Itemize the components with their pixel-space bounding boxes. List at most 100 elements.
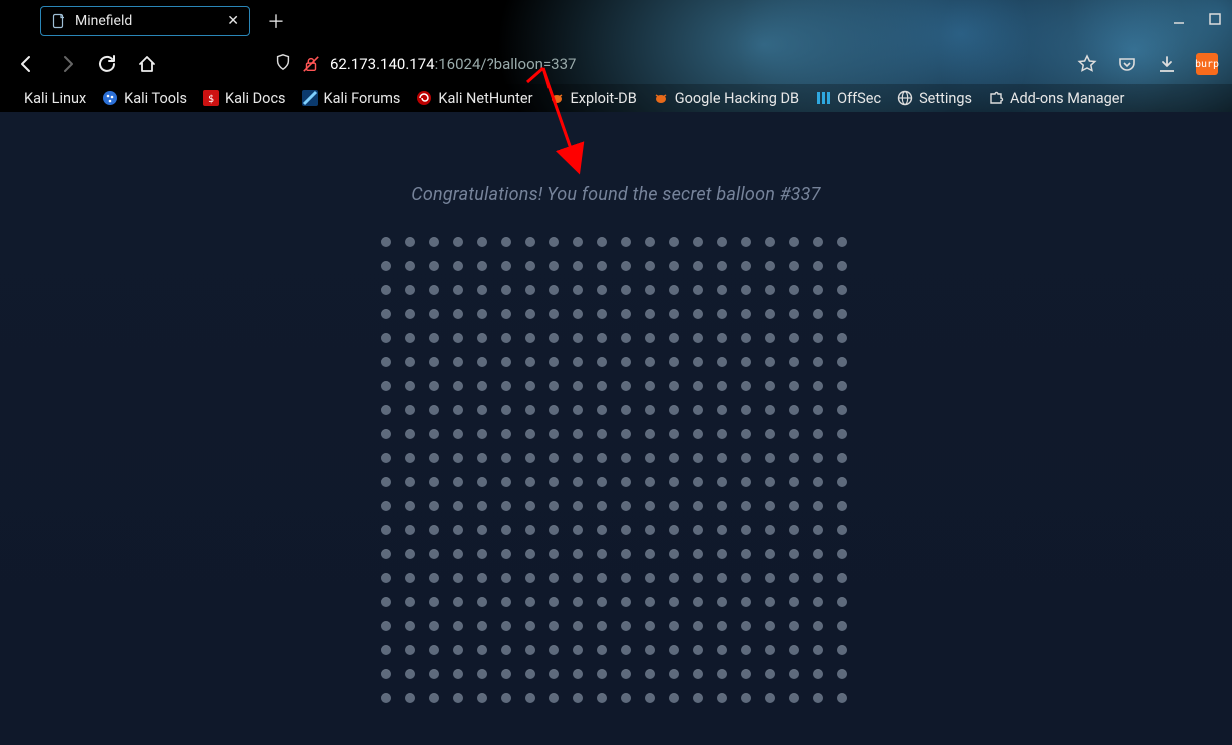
grid-dot[interactable] bbox=[813, 645, 823, 655]
grid-dot[interactable] bbox=[597, 429, 607, 439]
grid-dot[interactable] bbox=[717, 477, 727, 487]
grid-dot[interactable] bbox=[573, 333, 583, 343]
grid-dot[interactable] bbox=[693, 549, 703, 559]
grid-dot[interactable] bbox=[621, 453, 631, 463]
grid-dot[interactable] bbox=[717, 669, 727, 679]
grid-dot[interactable] bbox=[597, 285, 607, 295]
grid-dot[interactable] bbox=[381, 597, 391, 607]
grid-dot[interactable] bbox=[525, 405, 535, 415]
grid-dot[interactable] bbox=[525, 357, 535, 367]
reload-button[interactable] bbox=[94, 51, 120, 77]
grid-dot[interactable] bbox=[789, 501, 799, 511]
grid-dot[interactable] bbox=[453, 669, 463, 679]
grid-dot[interactable] bbox=[525, 261, 535, 271]
grid-dot[interactable] bbox=[693, 573, 703, 583]
grid-dot[interactable] bbox=[573, 645, 583, 655]
grid-dot[interactable] bbox=[693, 381, 703, 391]
bookmark-item[interactable]: Kali Tools bbox=[102, 90, 187, 107]
grid-dot[interactable] bbox=[741, 501, 751, 511]
grid-dot[interactable] bbox=[645, 645, 655, 655]
grid-dot[interactable] bbox=[405, 477, 415, 487]
grid-dot[interactable] bbox=[669, 285, 679, 295]
bookmark-item[interactable]: OffSec bbox=[815, 90, 881, 107]
new-tab-button[interactable]: ＋ bbox=[262, 7, 290, 35]
grid-dot[interactable] bbox=[621, 621, 631, 631]
grid-dot[interactable] bbox=[813, 333, 823, 343]
grid-dot[interactable] bbox=[837, 597, 847, 607]
grid-dot[interactable] bbox=[381, 429, 391, 439]
grid-dot[interactable] bbox=[501, 621, 511, 631]
grid-dot[interactable] bbox=[549, 477, 559, 487]
grid-dot[interactable] bbox=[669, 645, 679, 655]
grid-dot[interactable] bbox=[597, 309, 607, 319]
grid-dot[interactable] bbox=[837, 693, 847, 703]
grid-dot[interactable] bbox=[717, 381, 727, 391]
grid-dot[interactable] bbox=[597, 597, 607, 607]
grid-dot[interactable] bbox=[645, 597, 655, 607]
grid-dot[interactable] bbox=[789, 261, 799, 271]
grid-dot[interactable] bbox=[381, 501, 391, 511]
grid-dot[interactable] bbox=[573, 501, 583, 511]
grid-dot[interactable] bbox=[813, 357, 823, 367]
grid-dot[interactable] bbox=[813, 693, 823, 703]
grid-dot[interactable] bbox=[525, 237, 535, 247]
grid-dot[interactable] bbox=[573, 573, 583, 583]
grid-dot[interactable] bbox=[525, 381, 535, 391]
grid-dot[interactable] bbox=[549, 357, 559, 367]
grid-dot[interactable] bbox=[597, 645, 607, 655]
grid-dot[interactable] bbox=[717, 357, 727, 367]
grid-dot[interactable] bbox=[669, 501, 679, 511]
grid-dot[interactable] bbox=[741, 693, 751, 703]
grid-dot[interactable] bbox=[405, 693, 415, 703]
grid-dot[interactable] bbox=[477, 333, 487, 343]
grid-dot[interactable] bbox=[741, 333, 751, 343]
grid-dot[interactable] bbox=[669, 573, 679, 583]
grid-dot[interactable] bbox=[741, 645, 751, 655]
grid-dot[interactable] bbox=[669, 477, 679, 487]
grid-dot[interactable] bbox=[813, 429, 823, 439]
grid-dot[interactable] bbox=[573, 309, 583, 319]
grid-dot[interactable] bbox=[621, 597, 631, 607]
grid-dot[interactable] bbox=[621, 357, 631, 367]
grid-dot[interactable] bbox=[405, 597, 415, 607]
grid-dot[interactable] bbox=[717, 405, 727, 415]
grid-dot[interactable] bbox=[381, 477, 391, 487]
grid-dot[interactable] bbox=[501, 405, 511, 415]
grid-dot[interactable] bbox=[765, 333, 775, 343]
grid-dot[interactable] bbox=[693, 597, 703, 607]
grid-dot[interactable] bbox=[429, 261, 439, 271]
grid-dot[interactable] bbox=[477, 453, 487, 463]
grid-dot[interactable] bbox=[405, 429, 415, 439]
grid-dot[interactable] bbox=[741, 525, 751, 535]
grid-dot[interactable] bbox=[789, 525, 799, 535]
grid-dot[interactable] bbox=[405, 501, 415, 511]
grid-dot[interactable] bbox=[429, 501, 439, 511]
grid-dot[interactable] bbox=[717, 525, 727, 535]
close-tab-icon[interactable]: ✕ bbox=[227, 13, 239, 29]
grid-dot[interactable] bbox=[597, 693, 607, 703]
grid-dot[interactable] bbox=[717, 309, 727, 319]
grid-dot[interactable] bbox=[405, 261, 415, 271]
grid-dot[interactable] bbox=[741, 669, 751, 679]
grid-dot[interactable] bbox=[405, 357, 415, 367]
grid-dot[interactable] bbox=[813, 309, 823, 319]
grid-dot[interactable] bbox=[621, 237, 631, 247]
grid-dot[interactable] bbox=[693, 405, 703, 415]
grid-dot[interactable] bbox=[525, 597, 535, 607]
grid-dot[interactable] bbox=[429, 453, 439, 463]
grid-dot[interactable] bbox=[741, 453, 751, 463]
grid-dot[interactable] bbox=[621, 501, 631, 511]
grid-dot[interactable] bbox=[621, 573, 631, 583]
grid-dot[interactable] bbox=[405, 333, 415, 343]
grid-dot[interactable] bbox=[669, 429, 679, 439]
grid-dot[interactable] bbox=[429, 621, 439, 631]
grid-dot[interactable] bbox=[597, 477, 607, 487]
maximize-button[interactable] bbox=[1204, 10, 1226, 28]
grid-dot[interactable] bbox=[597, 261, 607, 271]
address-bar[interactable]: 62.173.140.174:16024/?balloon=337 bbox=[274, 53, 576, 75]
grid-dot[interactable] bbox=[741, 573, 751, 583]
grid-dot[interactable] bbox=[477, 549, 487, 559]
grid-dot[interactable] bbox=[765, 237, 775, 247]
grid-dot[interactable] bbox=[597, 525, 607, 535]
grid-dot[interactable] bbox=[717, 693, 727, 703]
